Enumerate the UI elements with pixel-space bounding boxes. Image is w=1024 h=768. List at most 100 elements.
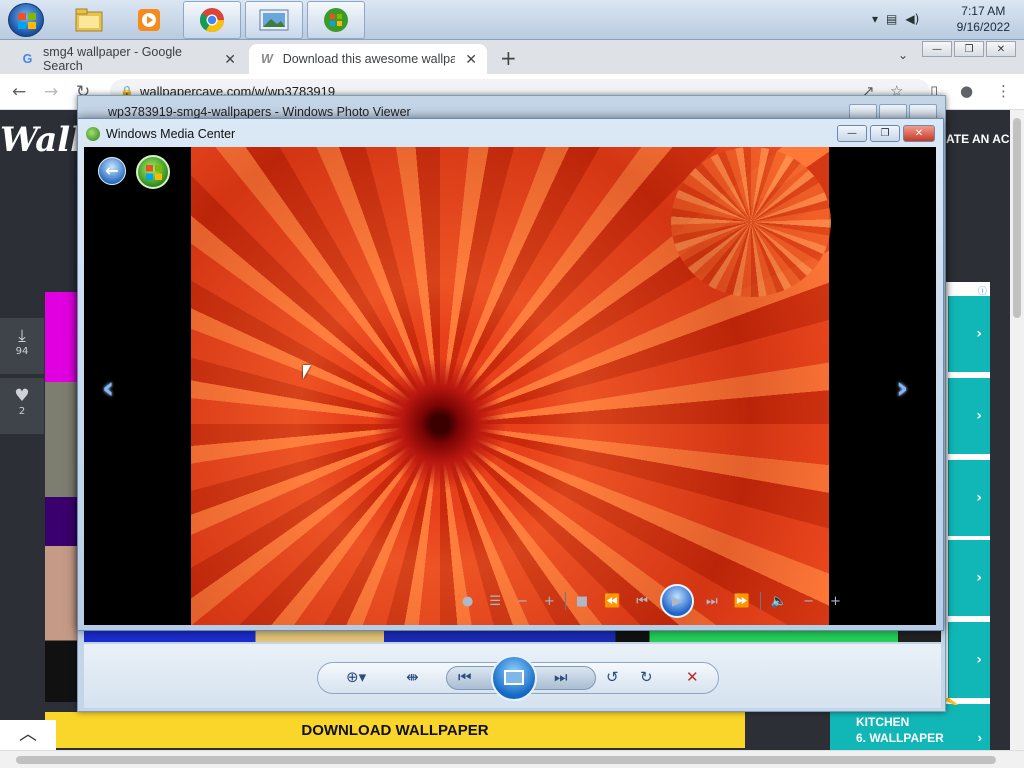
start-button[interactable]: [8, 3, 44, 37]
ad-item[interactable]: ›: [948, 296, 990, 372]
new-tab-button[interactable]: +: [500, 46, 517, 70]
restore-button[interactable]: ❐: [870, 125, 900, 142]
volume-up-icon[interactable]: +: [830, 594, 841, 609]
google-favicon-icon: G: [22, 52, 33, 66]
next-photo-icon[interactable]: ›: [896, 371, 908, 406]
create-account-link[interactable]: ATE AN ACC: [946, 132, 1010, 146]
taskbar-media-center-button[interactable]: [307, 1, 365, 39]
tab-google-search[interactable]: G smg4 wallpaper - Google Search ✕: [10, 44, 246, 74]
like-count: 2: [18, 406, 26, 417]
ad-line: 6. WALLPAPER: [856, 731, 944, 745]
stop-icon[interactable]: ■: [576, 594, 588, 609]
taskbar-chrome-button[interactable]: [183, 1, 241, 39]
volume-icon[interactable]: ◀): [905, 12, 919, 26]
ad-item[interactable]: ›: [948, 378, 990, 454]
show-hidden-icons-icon[interactable]: ▾: [872, 12, 878, 26]
wallpaper-preview-strip[interactable]: [45, 292, 77, 702]
scrollbar-thumb[interactable]: [1013, 118, 1021, 318]
back-arrow-icon[interactable]: ←: [12, 82, 26, 102]
chrome-window-controls: — ❐ ✕: [922, 41, 1016, 57]
taskbar-photo-viewer-button[interactable]: [245, 1, 303, 39]
rotate-counterclockwise-icon[interactable]: ↺: [606, 668, 619, 686]
wallpapercave-favicon-icon: W: [260, 52, 273, 66]
zoom-icon[interactable]: ⊕▾: [346, 668, 366, 686]
minimize-button[interactable]: —: [922, 41, 952, 57]
profile-avatar-icon[interactable]: ●: [960, 82, 973, 100]
close-button[interactable]: ✕: [986, 41, 1016, 57]
close-tab-icon[interactable]: ✕: [465, 51, 477, 68]
tab-title: Download this awesome wallpape: [282, 52, 456, 66]
heart-icon: ♥: [14, 386, 30, 406]
fast-forward-icon[interactable]: ⏩: [734, 594, 750, 609]
back-button[interactable]: ←: [98, 157, 126, 185]
tab-title: smg4 wallpaper - Google Search: [43, 45, 183, 73]
minimize-button[interactable]: —: [837, 125, 867, 142]
folder-icon: [75, 8, 103, 32]
windows-flag-icon: [18, 13, 36, 29]
play-button[interactable]: ▶: [660, 584, 694, 618]
tab-wallpapercave[interactable]: W Download this awesome wallpape ✕: [249, 44, 487, 74]
separator: [564, 592, 566, 610]
like-button[interactable]: ♥ 2: [0, 378, 44, 434]
windows-flag-icon: [146, 165, 162, 180]
next-image-icon[interactable]: ⏭: [554, 668, 568, 686]
close-tab-icon[interactable]: ✕: [224, 51, 236, 68]
taskbar-media-player-button[interactable]: [120, 1, 178, 39]
vertical-scrollbar[interactable]: [1010, 110, 1024, 750]
chevron-right-icon: ›: [976, 490, 982, 506]
photo-viewer-title: wp3783919-smg4-wallpapers - Windows Phot…: [108, 105, 411, 119]
skip-forward-icon[interactable]: ⏭: [706, 594, 718, 609]
ad-line: KITCHEN: [856, 715, 910, 729]
chevron-up-icon: ︿: [19, 724, 37, 745]
clock[interactable]: 7:17 AM 9/16/2022: [957, 3, 1010, 35]
menu-kebab-icon[interactable]: ⋮: [996, 82, 1011, 100]
back-arrow-icon: ←: [105, 161, 119, 180]
media-center-start-button[interactable]: [136, 155, 170, 189]
download-count: 94: [15, 346, 29, 357]
plus-icon[interactable]: +: [544, 594, 555, 609]
download-count-button[interactable]: ⤓ 94: [0, 318, 44, 374]
media-center-screen[interactable]: ← ‹ › ● ☰ − + ■ ⏪ ⏮ ▶ ⏭ ⏩ 🔈 − +: [84, 147, 936, 625]
slideshow-icon: [504, 670, 524, 685]
tab-search-chevron-icon[interactable]: ⌄: [898, 48, 908, 62]
slideshow-button[interactable]: [491, 655, 537, 701]
chevron-right-icon: ›: [977, 730, 982, 745]
rotate-clockwise-icon[interactable]: ↻: [640, 668, 653, 686]
media-center-icon: [324, 8, 348, 32]
media-center-window-controls: — ❐ ✕: [837, 125, 935, 142]
delete-icon[interactable]: ✕: [686, 668, 699, 686]
previous-image-icon[interactable]: ⏮: [458, 668, 472, 686]
ad-item[interactable]: ›: [948, 460, 990, 536]
chevron-right-icon: ›: [976, 652, 982, 668]
taskbar-explorer-button[interactable]: [60, 1, 118, 39]
chevron-right-icon: ›: [976, 408, 982, 424]
download-icon: ⤓: [18, 326, 26, 346]
scroll-to-top-button[interactable]: ︿: [0, 720, 56, 750]
record-icon[interactable]: ●: [462, 594, 473, 609]
details-icon[interactable]: ☰: [489, 594, 501, 609]
mute-icon[interactable]: 🔈: [771, 594, 787, 609]
media-center-window[interactable]: Windows Media Center — ❐ ✕ ← ‹ › ● ☰ − +…: [77, 118, 944, 631]
actual-size-icon[interactable]: ⇼: [406, 668, 419, 686]
flower-photo: [191, 147, 831, 625]
minus-icon[interactable]: −: [517, 594, 528, 609]
chrome-icon: [200, 8, 224, 33]
separator: [759, 592, 761, 610]
ad-item[interactable]: ›: [948, 540, 990, 616]
previous-photo-icon[interactable]: ‹: [102, 371, 114, 406]
close-button[interactable]: ✕: [903, 125, 935, 142]
media-player-icon: [138, 9, 160, 31]
playback-controls: ● ☰ − + ■ ⏪ ⏮ ▶ ⏭ ⏩ 🔈 − +: [454, 583, 936, 619]
restore-button[interactable]: ❐: [954, 41, 984, 57]
clock-time: 7:17 AM: [961, 4, 1006, 18]
forward-arrow-icon[interactable]: →: [44, 82, 58, 102]
advertisement[interactable]: ⓘ › › › › ›: [946, 282, 990, 750]
rewind-icon[interactable]: ⏪: [604, 594, 620, 609]
download-wallpaper-button[interactable]: DOWNLOAD WALLPAPER: [45, 712, 745, 748]
ad-item[interactable]: ›: [948, 622, 990, 698]
skip-back-icon[interactable]: ⏮: [636, 594, 648, 609]
network-icon[interactable]: ▤: [886, 12, 897, 26]
horizontal-scrollbar[interactable]: [0, 750, 1024, 768]
scrollbar-thumb[interactable]: [16, 756, 996, 764]
volume-down-icon[interactable]: −: [803, 594, 814, 609]
